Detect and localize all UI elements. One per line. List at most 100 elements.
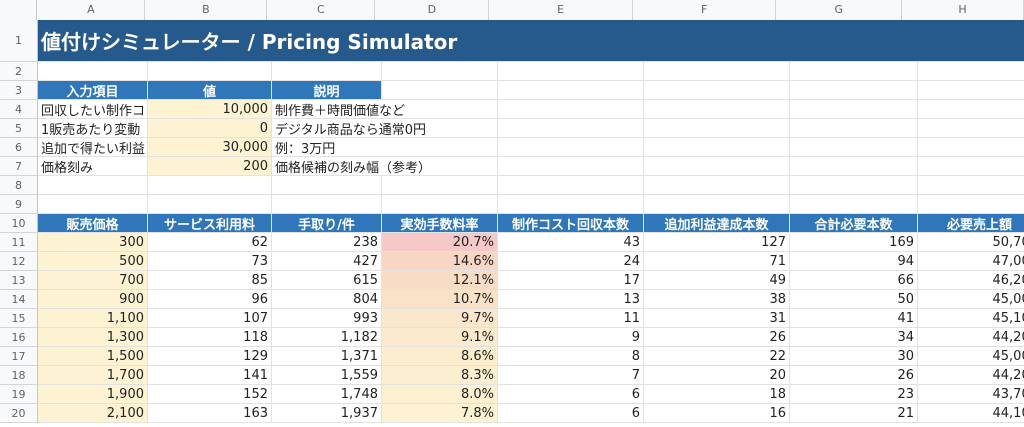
- table-cell[interactable]: 7: [498, 366, 644, 385]
- table-cell[interactable]: 38: [644, 290, 790, 309]
- table-cell[interactable]: 6: [498, 385, 644, 404]
- cell[interactable]: [790, 81, 918, 100]
- table-cell[interactable]: 96: [148, 290, 272, 309]
- table-cell[interactable]: 1,700: [38, 366, 148, 385]
- table-cell[interactable]: 6: [498, 404, 644, 423]
- table-header-5[interactable]: 追加利益達成本数: [644, 214, 790, 233]
- table-cell[interactable]: 31: [644, 309, 790, 328]
- table-cell[interactable]: 71: [644, 252, 790, 271]
- cell[interactable]: [498, 81, 644, 100]
- cell[interactable]: [790, 119, 918, 138]
- table-cell[interactable]: 44,200: [918, 366, 1024, 385]
- input-value[interactable]: 10,000: [148, 100, 272, 119]
- table-cell[interactable]: 12.1%: [382, 271, 498, 290]
- table-cell[interactable]: 1,500: [38, 347, 148, 366]
- table-cell[interactable]: 43,700: [918, 385, 1024, 404]
- table-cell[interactable]: 21: [790, 404, 918, 423]
- table-cell[interactable]: 993: [272, 309, 382, 328]
- table-cell[interactable]: 50: [790, 290, 918, 309]
- table-cell[interactable]: 73: [148, 252, 272, 271]
- table-cell[interactable]: 804: [272, 290, 382, 309]
- table-cell[interactable]: 26: [644, 328, 790, 347]
- table-cell[interactable]: 107: [148, 309, 272, 328]
- column-header-h[interactable]: H: [902, 0, 1024, 20]
- table-cell[interactable]: 2,100: [38, 404, 148, 423]
- table-cell[interactable]: 169: [790, 233, 918, 252]
- table-cell[interactable]: 45,000: [918, 347, 1024, 366]
- table-cell[interactable]: 1,900: [38, 385, 148, 404]
- table-cell[interactable]: 17: [498, 271, 644, 290]
- cell[interactable]: [272, 195, 382, 214]
- table-cell[interactable]: 1,371: [272, 347, 382, 366]
- table-cell[interactable]: 10.7%: [382, 290, 498, 309]
- table-cell[interactable]: 26: [790, 366, 918, 385]
- cell[interactable]: [644, 157, 790, 176]
- row-header-7[interactable]: 7: [0, 157, 38, 176]
- column-header-b[interactable]: B: [145, 0, 268, 20]
- table-cell[interactable]: 8: [498, 347, 644, 366]
- table-cell[interactable]: 8.3%: [382, 366, 498, 385]
- table-cell[interactable]: 9: [498, 328, 644, 347]
- cell[interactable]: [918, 62, 1024, 81]
- cell[interactable]: [148, 176, 272, 195]
- cell[interactable]: [38, 195, 148, 214]
- input-note[interactable]: 制作費＋時間価値など: [272, 100, 405, 119]
- input-label[interactable]: 1販売あたり変動: [38, 119, 148, 138]
- cell[interactable]: [498, 62, 644, 81]
- cell[interactable]: [918, 195, 1024, 214]
- row-header-6[interactable]: 6: [0, 138, 38, 157]
- cell[interactable]: [38, 62, 148, 81]
- table-cell[interactable]: 11: [498, 309, 644, 328]
- cell[interactable]: [644, 195, 790, 214]
- cell[interactable]: [644, 81, 790, 100]
- cell[interactable]: [382, 176, 498, 195]
- cell[interactable]: [644, 138, 790, 157]
- row-header-1[interactable]: 1: [0, 20, 38, 62]
- table-cell[interactable]: 44,200: [918, 328, 1024, 347]
- input-label[interactable]: 回収したい制作コ: [38, 100, 148, 119]
- select-all-corner[interactable]: [0, 0, 38, 20]
- table-cell[interactable]: 238: [272, 233, 382, 252]
- cell[interactable]: [498, 138, 644, 157]
- input-value[interactable]: 0: [148, 119, 272, 138]
- cell[interactable]: [644, 176, 790, 195]
- row-header-16[interactable]: 16: [0, 328, 38, 347]
- input-label[interactable]: 追加で得たい利益: [38, 138, 148, 157]
- input-header-0[interactable]: 入力項目: [38, 81, 148, 100]
- row-header-9[interactable]: 9: [0, 195, 38, 214]
- table-cell[interactable]: 50,700: [918, 233, 1024, 252]
- cell[interactable]: [272, 176, 382, 195]
- table-cell[interactable]: 9.1%: [382, 328, 498, 347]
- table-cell[interactable]: 300: [38, 233, 148, 252]
- table-cell[interactable]: 1,559: [272, 366, 382, 385]
- table-cell[interactable]: 47,000: [918, 252, 1024, 271]
- cell[interactable]: [790, 100, 918, 119]
- row-header-13[interactable]: 13: [0, 271, 38, 290]
- table-cell[interactable]: 49: [644, 271, 790, 290]
- cell[interactable]: [148, 62, 272, 81]
- table-cell[interactable]: 700: [38, 271, 148, 290]
- row-header-11[interactable]: 11: [0, 233, 38, 252]
- table-cell[interactable]: 900: [38, 290, 148, 309]
- table-cell[interactable]: 24: [498, 252, 644, 271]
- table-cell[interactable]: 62: [148, 233, 272, 252]
- table-cell[interactable]: 66: [790, 271, 918, 290]
- cell[interactable]: [498, 157, 644, 176]
- row-header-4[interactable]: 4: [0, 100, 38, 119]
- table-cell[interactable]: 118: [148, 328, 272, 347]
- table-header-4[interactable]: 制作コスト回収本数: [498, 214, 644, 233]
- row-header-8[interactable]: 8: [0, 176, 38, 195]
- table-cell[interactable]: 7.8%: [382, 404, 498, 423]
- table-cell[interactable]: 45,000: [918, 290, 1024, 309]
- table-cell[interactable]: 1,937: [272, 404, 382, 423]
- sheet-title[interactable]: 値付けシミュレーター / Pricing Simulator: [38, 20, 1024, 62]
- cell[interactable]: [790, 157, 918, 176]
- cell[interactable]: [790, 62, 918, 81]
- table-cell[interactable]: 9.7%: [382, 309, 498, 328]
- table-cell[interactable]: 8.6%: [382, 347, 498, 366]
- cell[interactable]: [918, 81, 1024, 100]
- row-header-14[interactable]: 14: [0, 290, 38, 309]
- table-cell[interactable]: 129: [148, 347, 272, 366]
- table-cell[interactable]: 127: [644, 233, 790, 252]
- row-header-20[interactable]: 20: [0, 404, 38, 423]
